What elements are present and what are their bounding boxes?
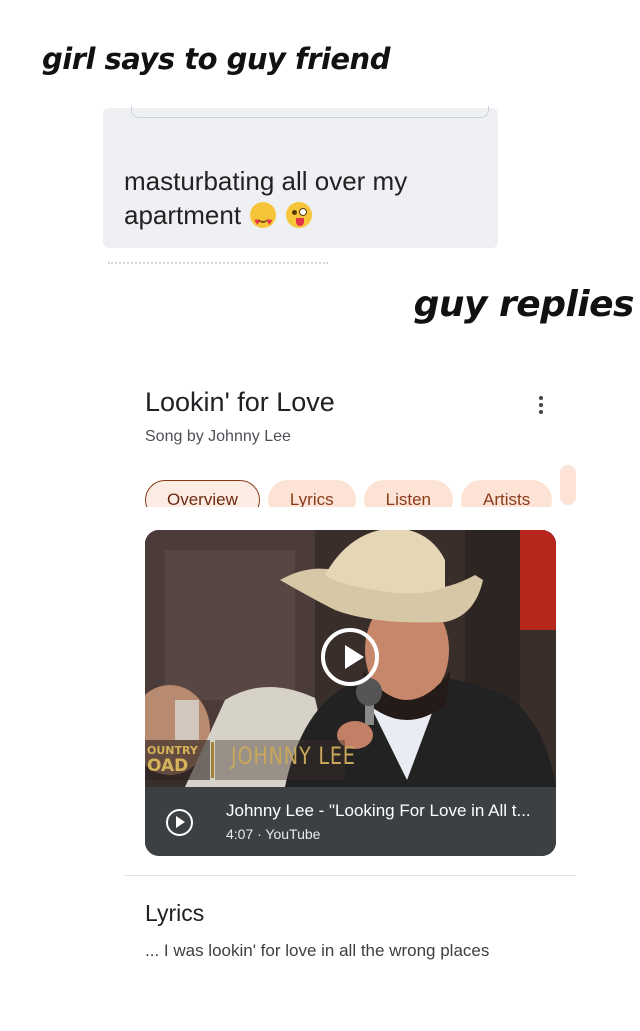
- faint-cropped-text: [108, 262, 328, 264]
- tab-artists[interactable]: Artists: [461, 480, 553, 507]
- tab-overview[interactable]: Overview: [145, 480, 260, 507]
- right-caption: guy replies: [413, 284, 635, 325]
- song-title-row: Lookin' for Love: [145, 386, 555, 422]
- video-thumbnail[interactable]: OUNTRY OAD JOHNNY LEE: [145, 530, 556, 787]
- zany-face-emoji-icon: [285, 202, 312, 228]
- tab-next-peek[interactable]: [560, 465, 577, 505]
- video-meta: 4:07 · YouTube: [226, 826, 321, 842]
- chat-message-text: masturbating all over my apartment: [124, 164, 484, 240]
- top-caption: girl says to guy friend: [42, 42, 390, 76]
- video-overlay-show-name: OUNTRY OAD: [147, 744, 211, 775]
- section-divider: [124, 875, 576, 876]
- more-vert-icon[interactable]: [539, 396, 543, 417]
- play-button-icon[interactable]: [321, 628, 379, 686]
- video-info-bar[interactable]: Johnny Lee - "Looking For Love in All t.…: [145, 787, 556, 856]
- lyrics-heading: Lyrics: [145, 900, 205, 926]
- tab-listen[interactable]: Listen: [363, 480, 453, 507]
- song-subtitle: Song by Johnny Lee: [145, 428, 291, 445]
- tab-lyrics[interactable]: Lyrics: [267, 480, 356, 507]
- overlay-road-text: OAD: [147, 756, 189, 776]
- video-title[interactable]: Johnny Lee - "Looking For Love in All t.…: [226, 801, 531, 821]
- lyrics-snippet: ... I was lookin' for love in all the wr…: [145, 941, 490, 960]
- chat-message-bubble: masturbating all over my apartment: [103, 106, 498, 248]
- faint-input-outline: [131, 106, 489, 118]
- song-title: Lookin' for Love: [145, 387, 335, 417]
- heart-eyes-emoji-icon: [250, 202, 277, 240]
- overlay-artist-name: JOHNNY LEE: [231, 742, 356, 770]
- video-card[interactable]: OUNTRY OAD JOHNNY LEE Johnny Lee - "Look…: [145, 530, 556, 856]
- tab-chips: Overview Lyrics Listen Artists: [145, 465, 577, 507]
- play-circle-icon[interactable]: [166, 809, 193, 836]
